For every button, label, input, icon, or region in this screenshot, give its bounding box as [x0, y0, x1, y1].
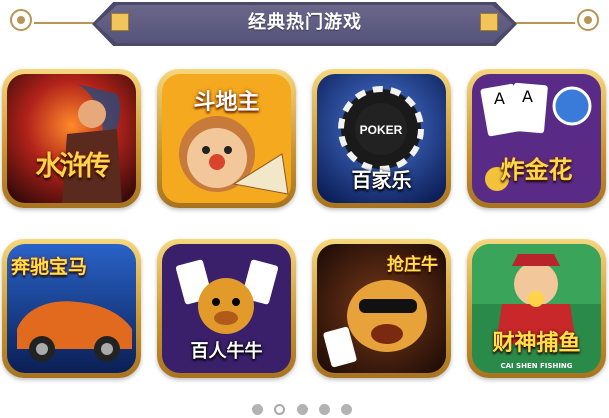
section-title: 经典热门游戏	[248, 12, 362, 33]
game-tile-benchibaoma[interactable]: 奔驰宝马	[2, 239, 141, 378]
section-header: 经典热门游戏	[0, 0, 609, 50]
game-tile-qiangzhuangniu[interactable]: 抢庄牛	[312, 239, 451, 378]
game-tile-caishenbuyu[interactable]: 财神捕鱼 CAI SHEN FISHING	[467, 239, 606, 378]
game-icon-zhajinhua: A A 炸金花	[472, 74, 601, 203]
game-subtitle: CAI SHEN FISHING	[500, 362, 573, 370]
game-tile-zhajinhua[interactable]: A A 炸金花	[467, 69, 606, 208]
ring-ornament-icon	[10, 9, 32, 31]
svg-text:POKER: POKER	[360, 123, 403, 137]
game-title: 斗地主	[193, 90, 260, 115]
pagination-dot-3[interactable]	[297, 404, 308, 415]
game-title: 财神捕鱼	[492, 331, 581, 356]
game-title: 水浒传	[35, 151, 111, 182]
game-icon-shuihuzhuan: 水浒传	[7, 74, 136, 203]
game-icon-bairenniuniu: 百人牛牛	[162, 244, 291, 373]
pagination-dot-1[interactable]	[252, 404, 263, 415]
game-icon-baijiale: POKER 百家乐	[317, 74, 446, 203]
game-tile-shuihuzhuan[interactable]: 水浒传	[2, 69, 141, 208]
square-ornament-icon	[111, 13, 129, 31]
square-ornament-icon	[480, 13, 498, 31]
game-title: 百人牛牛	[190, 341, 263, 362]
game-tile-doudizhu[interactable]: 斗地主	[157, 69, 296, 208]
game-icon-benchibaoma: 奔驰宝马	[7, 244, 136, 373]
game-tile-baijiale[interactable]: POKER 百家乐	[312, 69, 451, 208]
game-title: 炸金花	[500, 156, 573, 184]
pagination-dot-5[interactable]	[341, 404, 352, 415]
game-icon-qiangzhuangniu: 抢庄牛	[317, 244, 446, 373]
game-icon-doudizhu: 斗地主	[162, 74, 291, 203]
game-title: 抢庄牛	[387, 255, 438, 275]
game-tile-bairenniuniu[interactable]: 百人牛牛	[157, 239, 296, 378]
game-title: 百家乐	[351, 168, 412, 192]
game-title: 奔驰宝马	[11, 256, 88, 278]
game-icon-caishenbuyu: 财神捕鱼 CAI SHEN FISHING	[472, 244, 601, 373]
svg-text:A: A	[522, 87, 533, 106]
pagination-dot-4[interactable]	[319, 404, 330, 415]
pagination-dot-2[interactable]	[274, 404, 285, 415]
svg-text:A: A	[494, 89, 505, 108]
ring-ornament-icon	[577, 9, 599, 31]
